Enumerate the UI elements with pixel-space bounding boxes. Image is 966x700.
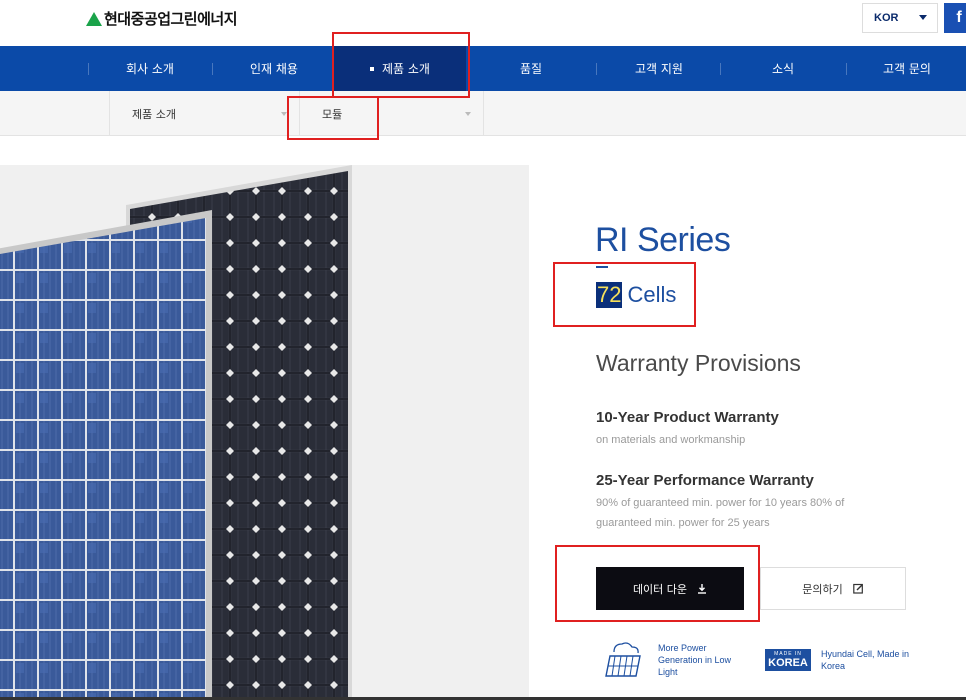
nav-item-label: 품질 [519, 62, 543, 76]
language-value: KOR [874, 12, 899, 24]
highlight-box-nav-products [332, 32, 470, 98]
logo-triangle-icon [86, 11, 102, 26]
nav-item-label: 회사 소개 [126, 62, 174, 76]
nav-item-quality[interactable]: 품질 [466, 46, 596, 91]
nav-item-news[interactable]: 소식 [722, 46, 844, 91]
made-in-korea-badge: MADE IN KOREA [765, 649, 811, 671]
nav-separator [846, 63, 847, 75]
nav-item-support[interactable]: 고객 지원 [598, 46, 720, 91]
subnav-category-label: 제품 소개 [132, 107, 176, 121]
made-in-korea-feature-text: Hyundai Cell, Made in Korea [821, 649, 910, 671]
low-light-feature-text: More Power Generation in Low Light [658, 643, 732, 677]
product-series-title: RI Series [595, 221, 731, 259]
logo-text: 현대중공업그린에너지 [104, 10, 238, 28]
performance-warranty-text: 90% of guaranteed min. power for 10 year… [596, 497, 845, 529]
nav-item-label: 고객 문의 [883, 62, 931, 76]
performance-warranty-heading: 25-Year Performance Warranty [596, 472, 814, 489]
nav-item-careers[interactable]: 인재 채용 [214, 46, 334, 91]
product-warranty-text: on materials and workmanship [596, 434, 746, 446]
nav-item-inquiry[interactable]: 고객 문의 [848, 46, 966, 91]
nav-item-label: 고객 지원 [635, 62, 683, 76]
product-warranty-heading: 10-Year Product Warranty [596, 409, 779, 426]
highlight-box-subnav-module [287, 96, 379, 140]
inquiry-button-label: 문의하기 [802, 582, 843, 596]
nav-item-label: 소식 [771, 62, 795, 76]
highlight-box-download [555, 545, 760, 622]
nav-item-company[interactable]: 회사 소개 [90, 46, 210, 91]
nav-separator [88, 63, 89, 75]
highlight-box-cells [553, 262, 696, 327]
nav-item-label: 인재 채용 [250, 62, 298, 76]
language-select[interactable]: KOR [862, 3, 938, 33]
main-nav: 회사 소개 인재 채용 제품 소개 품질 고객 지원 소식 고객 문의 [0, 46, 966, 91]
edit-icon [852, 583, 864, 594]
sub-nav: 제품 소개 모듈 [0, 91, 966, 136]
subnav-home-cell [0, 91, 110, 136]
caret-down-icon [919, 15, 927, 20]
nav-separator [212, 63, 213, 75]
warranty-section-title: Warranty Provisions [596, 350, 801, 376]
solar-panel-front-image [0, 210, 212, 700]
nav-separator [720, 63, 721, 75]
product-image [0, 165, 529, 700]
solar-panel-cloud-icon [605, 642, 641, 677]
facebook-icon[interactable]: f [944, 3, 966, 33]
nav-separator [596, 63, 597, 75]
badge-big-text: KOREA [768, 657, 808, 669]
caret-down-icon [465, 112, 471, 116]
inquiry-button[interactable]: 문의하기 [760, 567, 906, 610]
company-logo[interactable]: 현대중공업그린에너지 [86, 8, 238, 29]
top-bar: 현대중공업그린에너지 KOR f [0, 0, 966, 46]
subnav-category-select[interactable]: 제품 소개 [110, 91, 300, 136]
